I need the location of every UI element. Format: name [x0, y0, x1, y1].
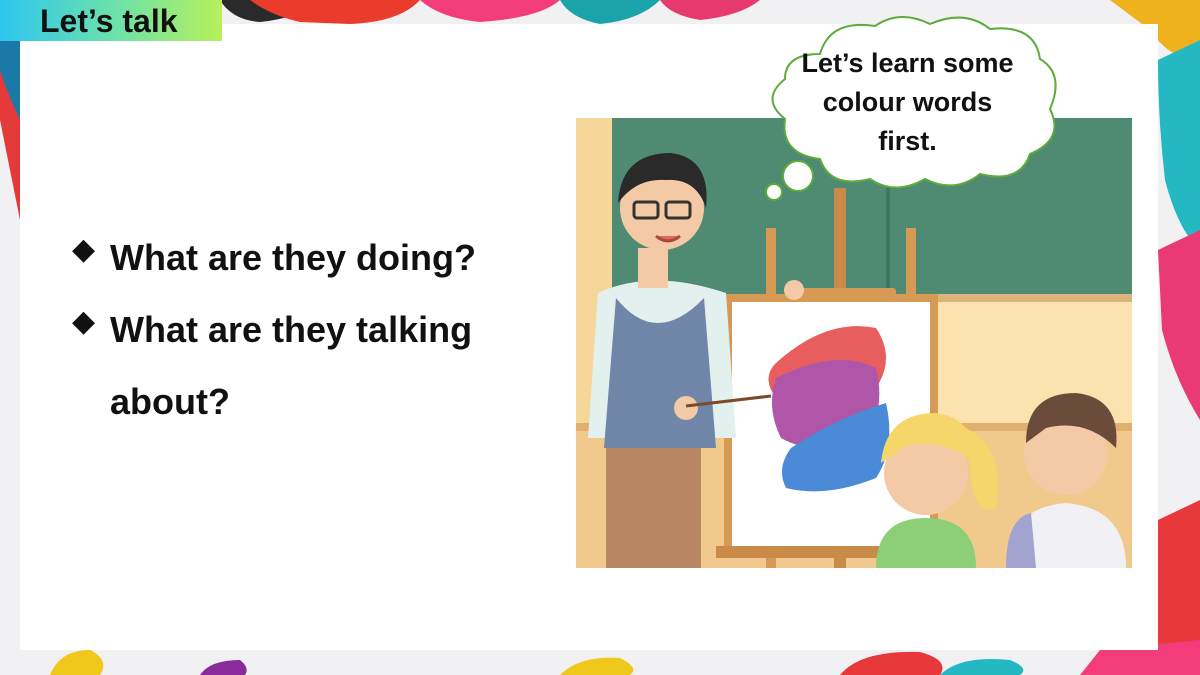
question-item: ◆ What are they doing?	[72, 222, 542, 294]
speech-bubble-text: Let’s learn some colour words first.	[801, 48, 1014, 156]
question-text: What are they doing?	[110, 237, 477, 278]
question-text: What are they talking about?	[110, 309, 473, 422]
diamond-bullet-icon: ◆	[72, 233, 96, 266]
diamond-bullet-icon: ◆	[72, 305, 96, 338]
section-tag-label: Let’s talk	[40, 3, 178, 39]
question-list: ◆ What are they doing? ◆ What are they t…	[72, 222, 542, 438]
section-tag: Let’s talk	[0, 0, 222, 41]
question-item: ◆ What are they talking about?	[72, 294, 542, 438]
